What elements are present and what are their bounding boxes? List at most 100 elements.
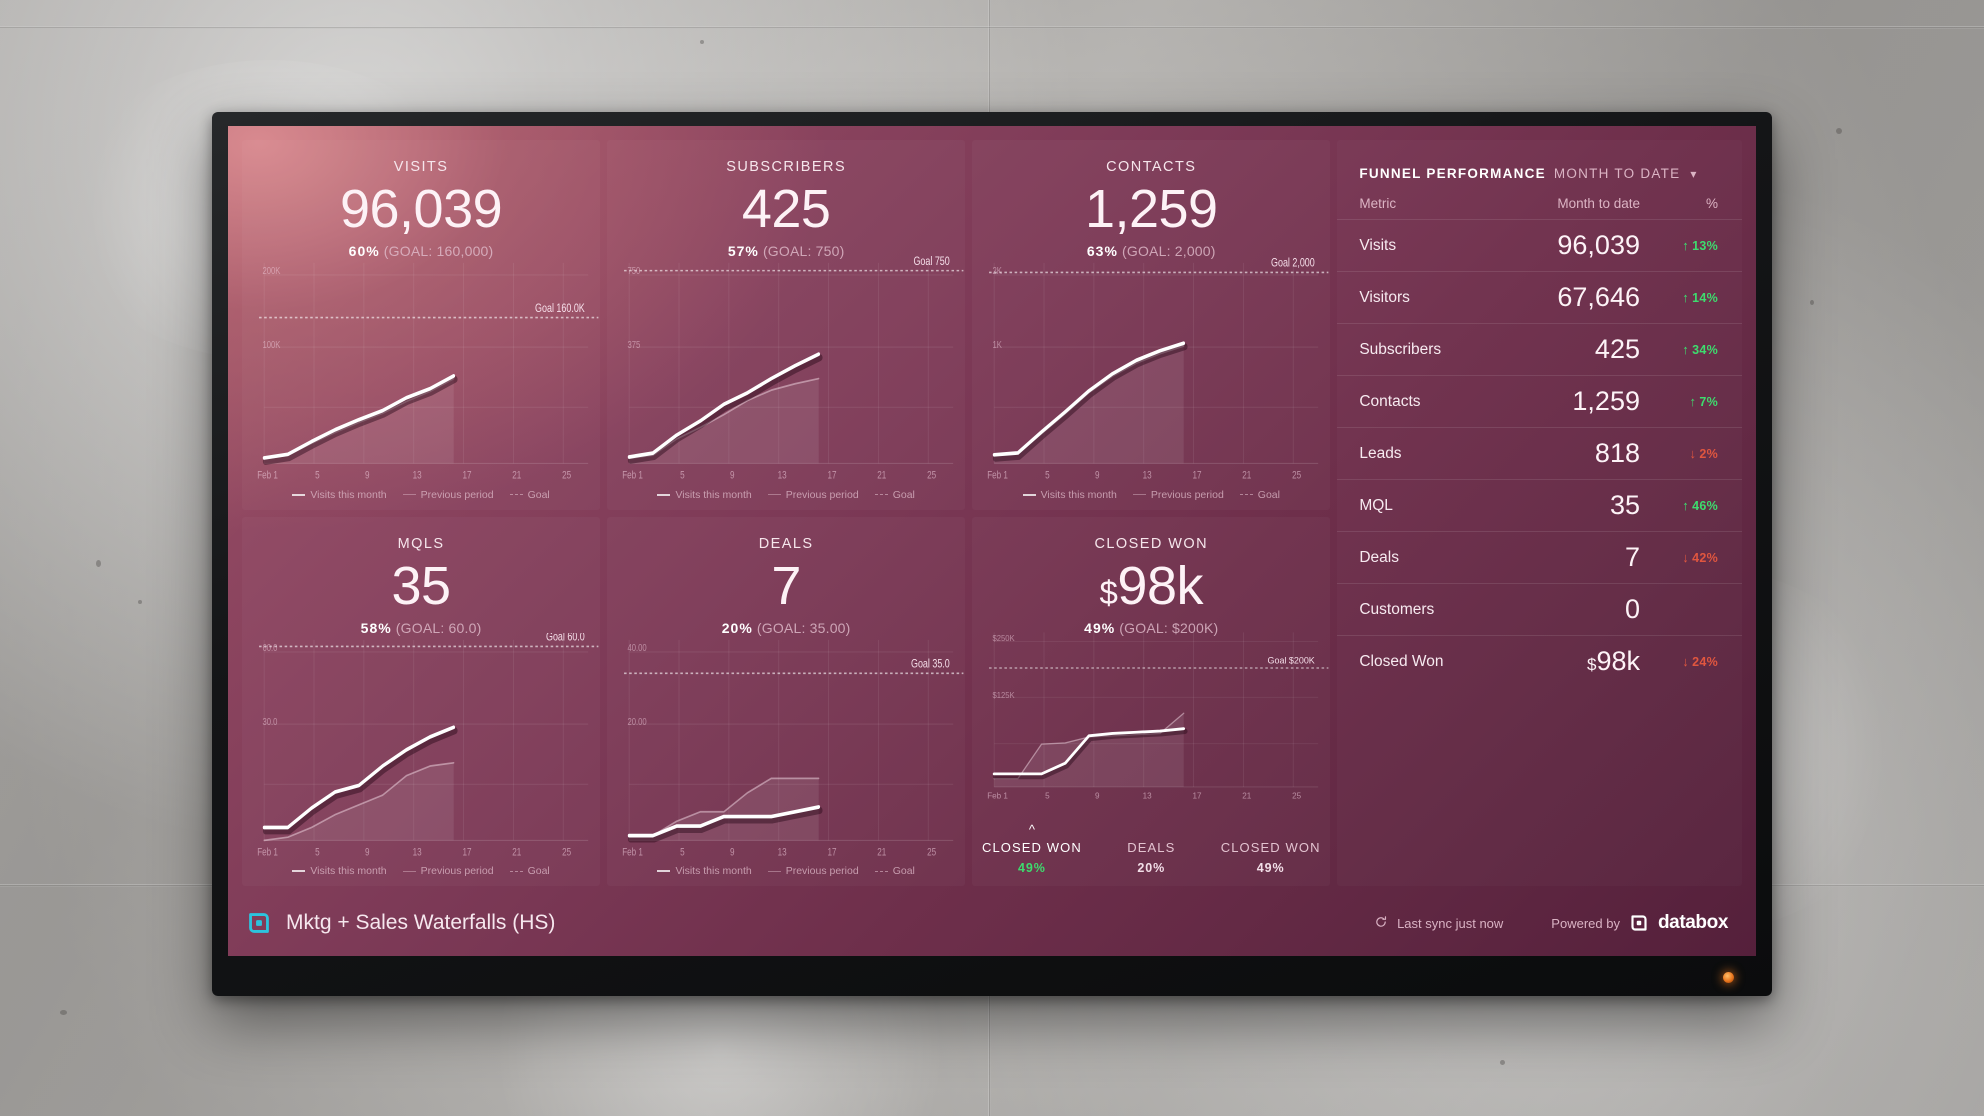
kpi-card-contacts[interactable]: CONTACTS 1,259 63% (GOAL: 2,000) 2K 1K Goa…	[972, 140, 1330, 510]
tab-value: 20%	[1137, 861, 1166, 875]
svg-text:2K: 2K	[993, 265, 1002, 276]
kpi-value-text: 7	[771, 555, 801, 616]
legend-label-previous: Previous period	[1150, 488, 1224, 501]
tab-label: CLOSED WON	[1220, 840, 1321, 855]
column-header-percent: %	[1705, 196, 1718, 211]
row-delta: ↓ 24%	[1640, 654, 1718, 669]
svg-text:Feb 1: Feb 1	[622, 469, 643, 482]
svg-text:25: 25	[927, 846, 936, 859]
svg-text:21: 21	[512, 469, 521, 482]
table-row[interactable]: MQL 35 ↑ 46%	[1337, 480, 1742, 532]
kpi-card-deals[interactable]: DEALS 7 20% (GOAL: 35.00) 40.00 20.00 Goal…	[607, 517, 965, 887]
closed-won-tab-0[interactable]: ^ CLOSED WON 49%	[972, 823, 1091, 875]
closed-won-tab-2[interactable]: CLOSED WON 49%	[1211, 824, 1330, 875]
svg-text:Feb 1: Feb 1	[987, 791, 1008, 800]
kpi-card-closed-won[interactable]: CLOSED WON $98k 49% (GOAL: $200K) $250K $…	[972, 517, 1330, 887]
kpi-card-visits[interactable]: VISITS 96,039 60% (GOAL: 160,000) 200K 10…	[242, 140, 600, 510]
powered-by-databox[interactable]: Powered by databox	[1551, 912, 1728, 934]
legend-item-goal: Goal	[874, 489, 915, 501]
svg-text:17: 17	[828, 846, 837, 859]
table-row[interactable]: Visits 96,039 ↑ 13%	[1337, 220, 1742, 272]
legend-label-current: Visits this month	[675, 488, 752, 501]
row-delta-text: 46%	[1692, 499, 1718, 513]
row-metric-value: $98k	[1490, 646, 1640, 677]
wall-speck	[96, 560, 101, 567]
kpi-card-subscribers[interactable]: SUBSCRIBERS 425 57% (GOAL: 750) 750 375 Go…	[607, 140, 965, 510]
tab-value: 49%	[1018, 861, 1046, 875]
row-delta-text: 14%	[1692, 291, 1718, 305]
legend-swatch-current	[292, 493, 306, 496]
legend-item-previous: Previous period	[402, 489, 494, 501]
svg-text:Goal 35.0: Goal 35.0	[911, 657, 950, 671]
last-sync-text: Last sync just now	[1397, 915, 1504, 931]
kpi-card-title: CONTACTS	[1106, 159, 1197, 175]
dashboard-title: Mktg + Sales Waterfalls (HS)	[286, 911, 556, 934]
legend-swatch-current	[292, 870, 306, 872]
legend-item-goal: Goal	[509, 865, 550, 877]
row-value-text: 35	[1609, 490, 1640, 520]
svg-text:Goal $200K: Goal $200K	[1268, 655, 1315, 665]
svg-text:17: 17	[462, 846, 471, 859]
svg-text:200K: 200K	[262, 265, 280, 276]
svg-text:13: 13	[1143, 791, 1152, 800]
arrow-up-icon: ↑	[1682, 290, 1690, 305]
legend-item-previous: Previous period	[767, 489, 859, 501]
kpi-value-text: 35	[391, 555, 452, 616]
legend-swatch-goal	[509, 494, 523, 495]
svg-text:21: 21	[512, 846, 521, 859]
svg-text:Feb 1: Feb 1	[622, 846, 643, 859]
legend-label-current: Visits this month	[310, 488, 387, 501]
row-metric-value: 67,646	[1490, 282, 1640, 313]
row-metric-value: 425	[1490, 334, 1640, 365]
funnel-title: FUNNEL PERFORMANCE	[1359, 166, 1546, 181]
legend-label-previous: Previous period	[785, 865, 859, 877]
row-metric-value: 0	[1490, 594, 1640, 625]
refresh-icon	[1374, 915, 1388, 932]
table-row[interactable]: Deals 7 ↓ 42%	[1337, 532, 1742, 584]
row-metric-value: 35	[1490, 490, 1640, 521]
wall-speck	[1810, 300, 1814, 305]
svg-text:13: 13	[413, 846, 422, 859]
arrow-down-icon: ↓	[1682, 550, 1690, 565]
closed-won-tab-1[interactable]: DEALS 20%	[1092, 824, 1211, 875]
funnel-header[interactable]: FUNNEL PERFORMANCE MONTH TO DATE ▾	[1337, 140, 1742, 181]
svg-text:13: 13	[778, 469, 787, 482]
row-delta: ↓ 2%	[1640, 446, 1718, 461]
svg-text:21: 21	[1243, 791, 1252, 800]
row-metric-name: Visits	[1359, 236, 1397, 254]
row-metric-name: Contacts	[1359, 392, 1421, 410]
table-row[interactable]: Customers 0	[1337, 584, 1742, 636]
table-row[interactable]: Leads 818 ↓ 2%	[1337, 428, 1742, 480]
svg-text:100K: 100K	[262, 339, 280, 350]
tv-display-frame: VISITS 96,039 60% (GOAL: 160,000) 200K 10…	[212, 112, 1772, 996]
legend-item-goal: Goal	[509, 489, 550, 501]
svg-text:5: 5	[1045, 469, 1050, 482]
svg-text:5: 5	[315, 469, 320, 482]
row-delta-text: 7%	[1699, 395, 1718, 409]
kpi-card-title: DEALS	[758, 535, 814, 552]
chevron-down-icon[interactable]: ▾	[1690, 167, 1696, 181]
kpi-chart: 60.0 30.0 Goal 60.0 Feb 1 5 9 13 17 21 25	[242, 633, 600, 887]
svg-text:21: 21	[1243, 469, 1252, 482]
svg-text:21: 21	[877, 846, 886, 859]
legend-item-previous: Previous period	[767, 865, 859, 877]
kpi-value-text: 425	[741, 179, 831, 239]
row-value-text: 818	[1594, 438, 1640, 468]
row-metric-name: Deals	[1359, 548, 1399, 566]
table-row[interactable]: Contacts 1,259 ↑ 7%	[1337, 376, 1742, 428]
tab-value: 49%	[1256, 861, 1285, 875]
table-row[interactable]: Closed Won $98k ↓ 24%	[1337, 636, 1742, 687]
last-sync-status[interactable]: Last sync just now	[1374, 915, 1503, 932]
svg-text:17: 17	[462, 469, 471, 482]
table-row[interactable]: Subscribers 425 ↑ 34%	[1337, 324, 1742, 376]
svg-text:9: 9	[1095, 791, 1100, 800]
svg-text:9: 9	[365, 846, 370, 859]
kpi-card-title: MQLS	[397, 535, 445, 552]
legend-swatch-goal	[874, 870, 888, 872]
kpi-card-mqls[interactable]: MQLS 35 58% (GOAL: 60.0) 60.0 30.0 Goal 60…	[242, 517, 600, 887]
row-metric-value: 7	[1490, 542, 1640, 573]
row-delta-text: 13%	[1692, 239, 1718, 253]
kpi-value-text: 98k	[1117, 555, 1203, 616]
column-header-value: Month to date	[1557, 196, 1640, 211]
table-row[interactable]: Visitors 67,646 ↑ 14%	[1337, 272, 1742, 324]
